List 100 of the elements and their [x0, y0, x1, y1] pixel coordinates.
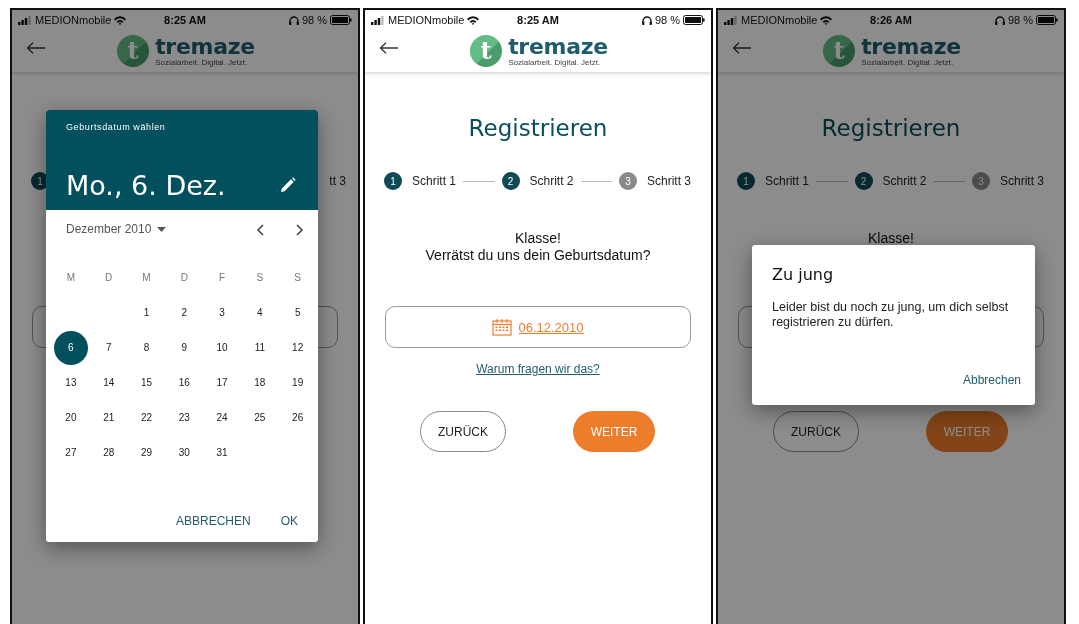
wifi-icon	[467, 15, 480, 25]
chevron-left-icon[interactable]	[256, 224, 264, 236]
info-link[interactable]: Warum fragen wir das?	[476, 362, 600, 376]
step-label: Schritt 1	[412, 174, 456, 188]
tagline: Sozialarbeit. Digital. Jetzt.	[155, 57, 249, 67]
question-text: Verrätst du uns dein Geburtsdatum?	[424, 247, 652, 264]
page-title: Registrieren	[468, 114, 608, 143]
wifi-icon	[820, 15, 833, 25]
step-label: Schritt 2	[882, 174, 927, 188]
calendar-day[interactable]: 4	[242, 295, 277, 330]
step-number: 1	[737, 172, 755, 190]
battery-icon	[1036, 15, 1058, 25]
weekday-label: D	[104, 271, 114, 285]
calendar-day[interactable]: 7	[91, 330, 126, 365]
pencil-icon[interactable]	[280, 177, 296, 193]
calendar-day[interactable]: 27	[53, 435, 88, 470]
step-number: 1	[384, 172, 402, 190]
calendar-day[interactable]: 26	[280, 400, 315, 435]
question-text: Klasse!	[867, 230, 915, 247]
question-text: Klasse!	[514, 230, 562, 247]
step-number: 2	[501, 172, 520, 190]
calendar-day[interactable]: 30	[167, 435, 202, 470]
calendar-day[interactable]: 15	[129, 365, 164, 400]
signal-icon	[18, 15, 32, 25]
calendar-day[interactable]: 20	[53, 400, 88, 435]
carrier-name: MEDIONmobile	[35, 14, 112, 26]
back-arrow-icon[interactable]	[732, 42, 752, 54]
step-number: 3	[619, 172, 637, 190]
step-label: Schritt 2	[529, 174, 574, 188]
cancel-button[interactable]: Abbrechen	[962, 373, 1021, 387]
page-title: Registrieren	[821, 114, 961, 143]
calendar-day[interactable]: 18	[242, 365, 277, 400]
logo-badge: t	[470, 35, 503, 67]
dialog-action[interactable]: OK	[276, 512, 302, 530]
carrier-name: MEDIONmobile	[388, 14, 465, 26]
step-label: Schritt 1	[765, 174, 809, 188]
calendar-day[interactable]: 10	[205, 330, 240, 365]
calendar-day[interactable]: 29	[129, 435, 164, 470]
weekday-label: S	[293, 271, 302, 285]
signal-icon	[371, 15, 385, 25]
back-arrow-icon[interactable]	[379, 42, 399, 54]
headphones-icon	[994, 15, 1005, 25]
calendar-icon	[492, 318, 513, 336]
calendar-day[interactable]: 19	[280, 365, 315, 400]
step-label: Schritt 3	[1000, 174, 1044, 188]
dialog-title: Zu jung	[772, 265, 835, 284]
calendar-day[interactable]: 24	[205, 400, 240, 435]
logo-badge: t	[823, 35, 856, 67]
back-arrow-icon[interactable]	[26, 42, 46, 54]
month-label[interactable]: Dezember 2010	[66, 222, 152, 236]
logo-badge: t	[117, 35, 150, 67]
dialog-label: Geburtsdatum wählen	[66, 122, 166, 132]
calendar-day[interactable]: 9	[167, 330, 202, 365]
weekday-label: F	[218, 271, 227, 285]
battery-icon	[330, 15, 352, 25]
step-number: 3	[972, 172, 990, 190]
clock-time: 8:25 AM	[164, 14, 206, 26]
calendar-day[interactable]: 16	[167, 365, 202, 400]
step-label: Schritt 3	[647, 174, 691, 188]
battery-percent: 98 %	[301, 14, 327, 26]
battery-icon	[683, 15, 705, 25]
weekday-label: M	[141, 271, 152, 285]
step-label: tt 3	[329, 174, 346, 188]
brand-name: tremaze	[861, 35, 961, 58]
brand-name: tremaze	[508, 35, 608, 58]
tagline: Sozialarbeit. Digital. Jetzt.	[508, 57, 602, 67]
wifi-icon	[114, 15, 127, 25]
calendar-day[interactable]: 22	[129, 400, 164, 435]
calendar-day[interactable]: 21	[91, 400, 126, 435]
headphones-icon	[641, 15, 652, 25]
battery-percent: 98 %	[654, 14, 680, 26]
calendar-day[interactable]: 12	[280, 330, 315, 365]
chevron-right-icon[interactable]	[296, 224, 304, 236]
tagline: Sozialarbeit. Digital. Jetzt.	[861, 57, 955, 67]
calendar-day[interactable]: 13	[53, 365, 88, 400]
back-button[interactable]: ZURÜCK	[420, 411, 506, 452]
calendar-day[interactable]: 31	[205, 435, 240, 470]
selected-date: Mo., 6. Dez.	[66, 170, 226, 202]
calendar-day[interactable]: 17	[205, 365, 240, 400]
calendar-day[interactable]: 8	[129, 330, 164, 365]
calendar-day[interactable]: 6	[53, 330, 88, 365]
carrier-name: MEDIONmobile	[741, 14, 818, 26]
weekday-label: S	[255, 271, 265, 285]
calendar-day[interactable]: 11	[242, 330, 277, 365]
calendar-day[interactable]: 5	[280, 295, 315, 330]
calendar-day[interactable]: 3	[205, 295, 240, 330]
battery-percent: 98 %	[1007, 14, 1033, 26]
calendar-day[interactable]: 14	[91, 365, 126, 400]
calendar-day[interactable]: 25	[242, 400, 277, 435]
weekday-label: D	[179, 271, 189, 285]
weekday-label: M	[65, 271, 77, 285]
headphones-icon	[288, 15, 299, 25]
calendar-day[interactable]: 28	[91, 435, 126, 470]
calendar-day[interactable]: 1	[129, 295, 164, 330]
back-button[interactable]: ZURÜCK	[773, 411, 859, 452]
caret-icon[interactable]	[157, 226, 167, 232]
calendar-day[interactable]: 23	[167, 400, 202, 435]
calendar-day[interactable]: 2	[167, 295, 202, 330]
dialog-action[interactable]: ABBRECHEN	[171, 512, 255, 530]
signal-icon	[724, 15, 738, 25]
